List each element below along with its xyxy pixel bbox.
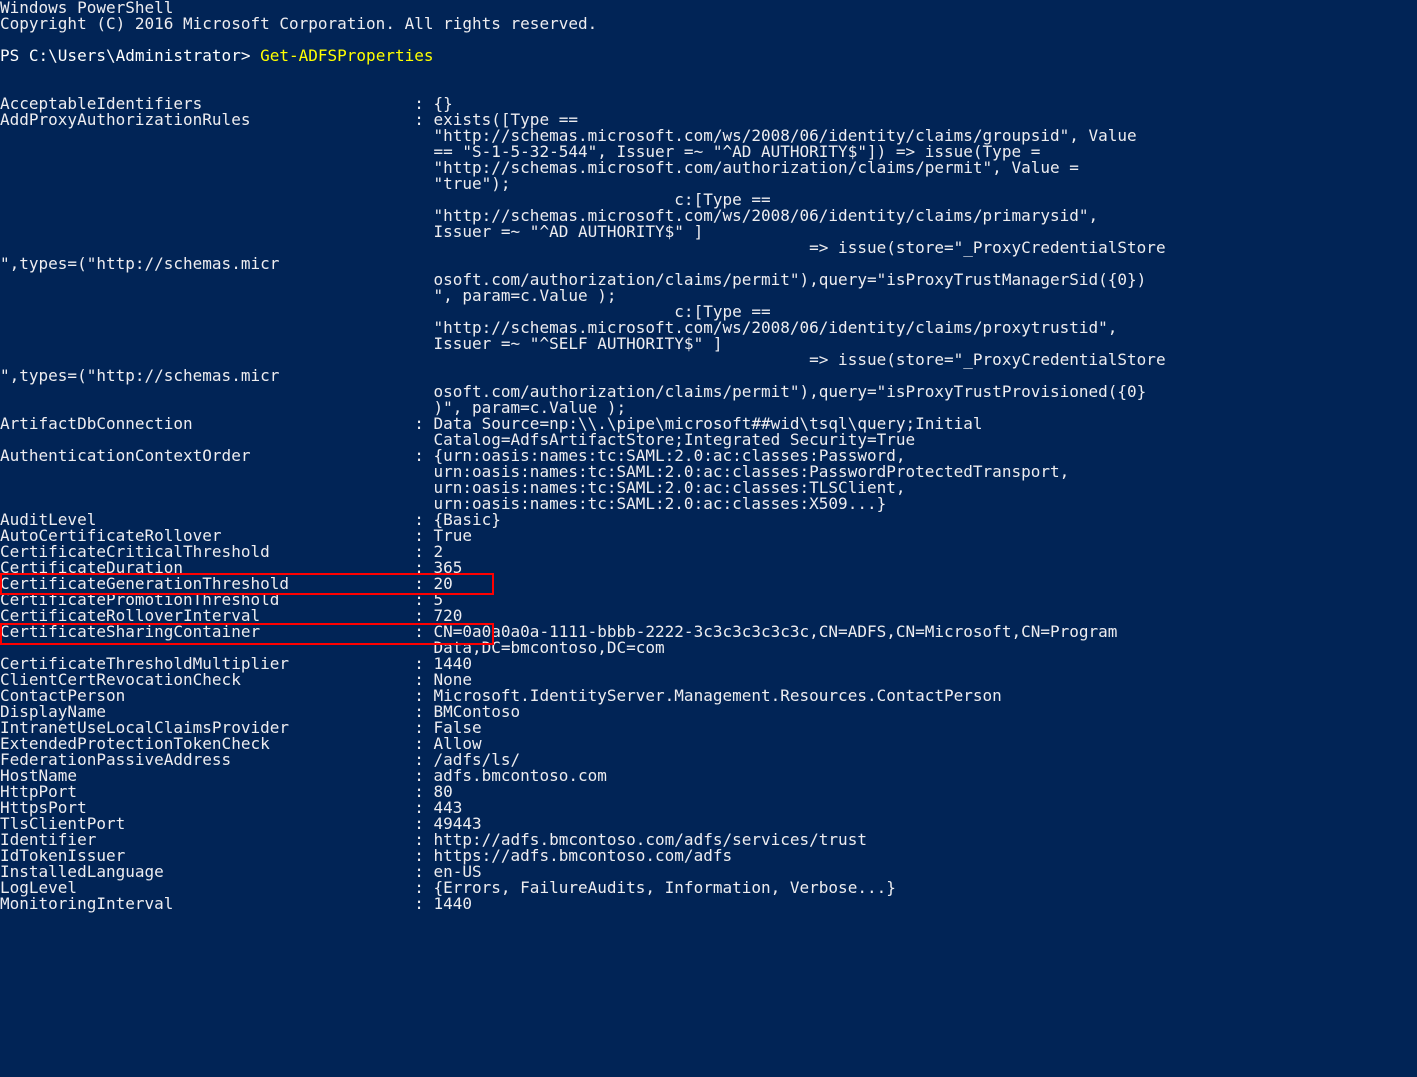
terminal-output[interactable]: Windows PowerShell Copyright (C) 2016 Mi…	[0, 0, 1417, 912]
ps-command: Get-ADFSProperties	[260, 46, 433, 65]
ps-prompt: PS C:\Users\Administrator>	[0, 46, 260, 65]
prop-monitoringinterval: MonitoringInterval : 1440	[0, 894, 472, 913]
header-line-2: Copyright (C) 2016 Microsoft Corporation…	[0, 14, 597, 33]
